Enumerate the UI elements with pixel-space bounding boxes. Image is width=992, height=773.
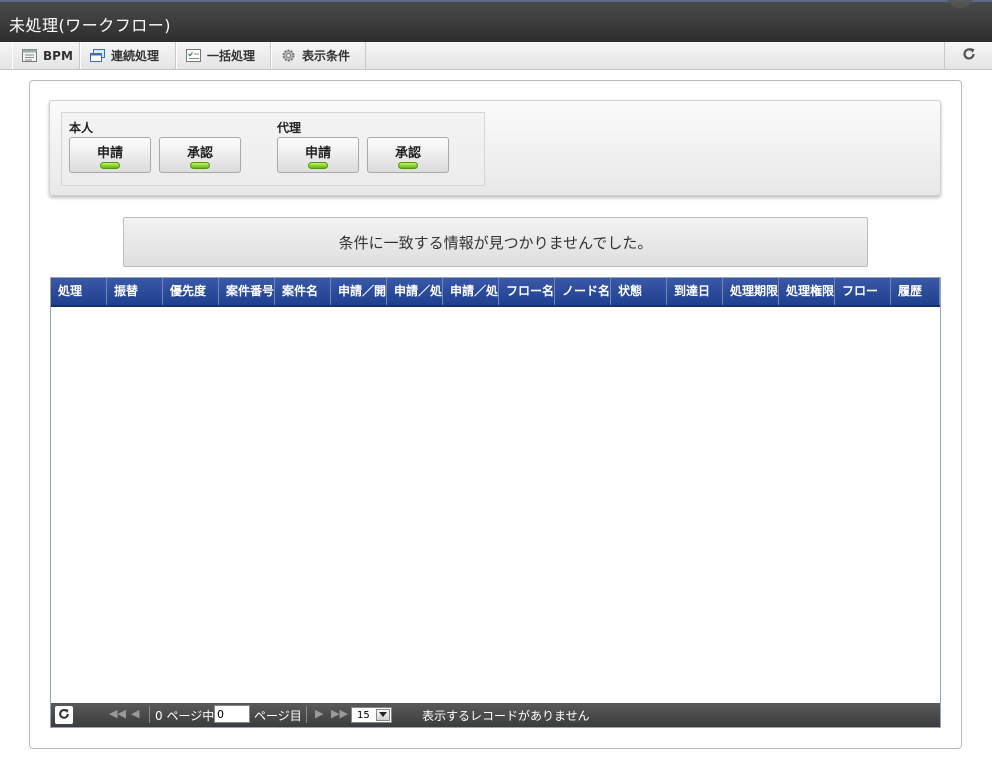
column-header[interactable]: フロー (835, 278, 891, 305)
checklist-icon (186, 49, 201, 62)
column-header[interactable]: 処理期限 (723, 278, 779, 305)
column-header[interactable]: フロー名 (499, 278, 555, 305)
pager-refresh-button[interactable] (55, 706, 73, 724)
proxy-apply-button[interactable]: 申請 (277, 137, 359, 173)
pager-separator (306, 706, 307, 723)
first-page-icon[interactable]: ◀◀ (109, 707, 126, 720)
column-header[interactable]: ノード名 (555, 278, 611, 305)
self-apply-button[interactable]: 申請 (69, 137, 151, 173)
page-number-input[interactable] (214, 705, 250, 723)
refresh-icon (58, 708, 70, 723)
page-suffix-text: ページ目 (254, 709, 302, 723)
window-title: 未処理(ワークフロー) (9, 16, 171, 35)
tab-bpm[interactable]: BPM (12, 42, 80, 69)
status-led-icon (308, 162, 328, 169)
tab-batch-processing[interactable]: 一括処理 (176, 42, 271, 69)
tab-serial-label: 連続処理 (111, 49, 160, 63)
tab-conditions-label: 表示条件 (302, 49, 351, 63)
prev-page-icon[interactable]: ◀ (131, 707, 139, 720)
column-header[interactable]: 案件番号 (219, 278, 275, 305)
column-header[interactable]: 到達日 (667, 278, 723, 305)
column-header[interactable]: 状態 (611, 278, 667, 305)
tab-bpm-label: BPM (43, 48, 73, 63)
column-header[interactable]: 案件名 (275, 278, 331, 305)
column-header[interactable]: 振替 (107, 278, 163, 305)
column-header[interactable]: 優先度 (163, 278, 219, 305)
chevron-down-icon (376, 709, 390, 721)
self-apply-label: 申請 (96, 146, 123, 161)
results-grid: 処理 振替 優先度 案件番号 案件名 申請／開 申請／処 申請／処 フロー名 ノード名 状態 到達日処… (50, 277, 941, 728)
self-approve-label: 承認 (186, 146, 213, 161)
no-records-text: 表示するレコードがありません (422, 709, 590, 723)
tab-display-conditions[interactable]: 表示条件 (271, 42, 366, 69)
page-prefix-text: 0 ページ中 (155, 709, 215, 723)
page-size-select[interactable]: 15 (351, 707, 392, 723)
proxy-group-label: 代理 (277, 121, 302, 135)
gear-icon (281, 49, 296, 62)
status-led-icon (100, 162, 120, 169)
next-page-icon[interactable]: ▶ (315, 707, 323, 720)
toolbar-tabs: BPM 連続処理 一括処理 表示条件 (0, 42, 992, 70)
filter-box: 本人 申請 承認 代理 申請 承認 (49, 100, 941, 196)
window-titlebar: 未処理(ワークフロー) (0, 0, 992, 42)
windows-icon (90, 49, 105, 62)
column-header[interactable]: 処理権限 (779, 278, 835, 305)
proxy-approve-button[interactable]: 承認 (367, 137, 449, 173)
grid-header: 処理 振替 優先度 案件番号 案件名 申請／開 申請／処 申請／処 フロー名 ノード名 状態 到達日処… (51, 278, 940, 307)
tab-serial-processing[interactable]: 連続処理 (80, 42, 176, 69)
column-header[interactable]: 申請／開 (331, 278, 387, 305)
column-header[interactable]: 申請／処 (443, 278, 499, 305)
grid-pager: ◀◀ ◀ 0 ページ中 ページ目 ▶ ▶▶ 15 表示するレコードがありません (51, 703, 940, 727)
refresh-icon (962, 47, 976, 64)
column-header[interactable]: 申請／処 (387, 278, 443, 305)
page-size-value: 15 (357, 709, 370, 721)
self-group-label: 本人 (69, 121, 94, 135)
filter-inner: 本人 申請 承認 代理 申請 承認 (61, 112, 485, 186)
column-header[interactable]: 履歴 (891, 278, 940, 305)
no-results-message: 条件に一致する情報が見つかりませんでした。 (123, 217, 868, 267)
tab-batch-label: 一括処理 (207, 49, 256, 63)
last-page-icon[interactable]: ▶▶ (331, 707, 348, 720)
column-header[interactable]: 処理 (51, 278, 107, 305)
window-corner-decoration (946, 0, 974, 8)
refresh-button[interactable] (944, 42, 992, 69)
status-led-icon (190, 162, 210, 169)
list-icon (22, 49, 37, 62)
status-led-icon (398, 162, 418, 169)
pager-separator (149, 706, 150, 723)
proxy-apply-label: 申請 (304, 146, 331, 161)
proxy-approve-label: 承認 (394, 146, 421, 161)
self-approve-button[interactable]: 承認 (159, 137, 241, 173)
